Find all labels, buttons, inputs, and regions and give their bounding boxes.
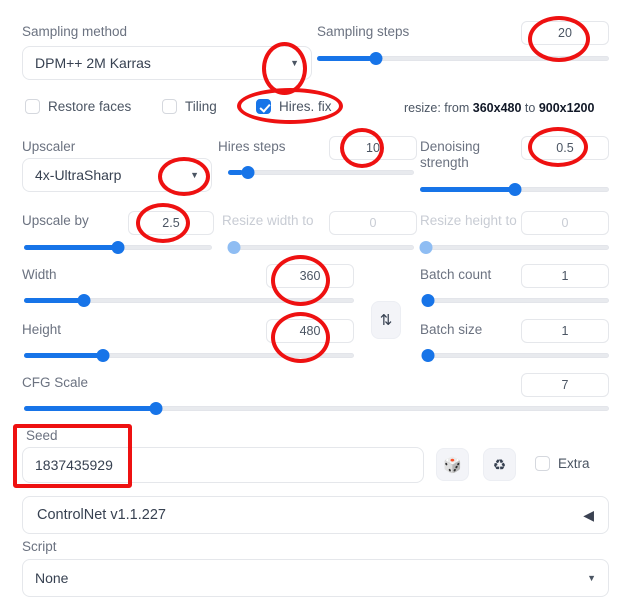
slider-fill	[24, 406, 153, 411]
resize-height-label: Resize height to	[420, 213, 517, 228]
slider-thumb[interactable]	[149, 402, 163, 415]
slider-thumb[interactable]	[508, 183, 521, 196]
denoising-strength-input[interactable]: 0.5	[521, 136, 609, 160]
slider-thumb[interactable]	[241, 166, 255, 179]
slider-track	[422, 353, 609, 358]
sampling-method-value: DPM++ 2M Karras	[35, 55, 151, 71]
height-slider[interactable]	[24, 348, 354, 362]
sampling-method-label: Sampling method	[22, 24, 128, 39]
controlnet-title: ControlNet v1.1.227	[37, 507, 166, 523]
resize-height-input[interactable]: 0	[521, 211, 609, 235]
chevron-down-icon[interactable]: ▼	[587, 573, 596, 583]
resize-height-slider[interactable]	[419, 240, 609, 254]
slider-thumb[interactable]	[369, 52, 383, 65]
tiling-checkbox[interactable]: Tiling	[162, 99, 217, 114]
slider-thumb[interactable]	[77, 294, 91, 307]
height-input[interactable]: 480	[266, 319, 354, 343]
sampling-method-select[interactable]: DPM++ 2M Karras ▼	[22, 46, 312, 80]
seed-value: 1837435929	[35, 457, 113, 473]
upscaler-value: 4x-UltraSharp	[35, 167, 122, 183]
slider-thumb[interactable]	[96, 349, 110, 362]
slider-track	[422, 298, 609, 303]
chevron-down-icon[interactable]: ▼	[190, 170, 199, 180]
batch-size-slider[interactable]	[421, 348, 609, 362]
script-value: None	[35, 570, 69, 586]
upscaler-label: Upscaler	[22, 139, 76, 154]
hires-steps-label: Hires steps	[218, 139, 286, 154]
seed-label: Seed	[26, 428, 58, 443]
slider-track	[228, 170, 414, 175]
resize-from: 360x480	[472, 101, 522, 115]
slider-thumb[interactable]	[421, 294, 435, 307]
hires-fix-checkbox[interactable]: Hires. fix	[256, 99, 332, 114]
slider-thumb[interactable]	[419, 241, 433, 254]
tiling-label: Tiling	[185, 99, 217, 114]
denoising-strength-slider[interactable]	[420, 182, 609, 196]
upscale-by-slider[interactable]	[24, 240, 212, 254]
swap-dimensions-button[interactable]: ⇅	[371, 301, 401, 339]
recycle-icon: ♻	[492, 456, 507, 474]
height-label: Height	[22, 322, 62, 337]
checkbox-box[interactable]	[256, 99, 271, 114]
slider-thumb[interactable]	[111, 241, 125, 254]
slider-fill	[24, 245, 118, 250]
seed-input[interactable]: 1837435929	[22, 447, 424, 483]
batch-count-slider[interactable]	[421, 293, 609, 307]
script-label: Script	[22, 539, 57, 554]
checkbox-box[interactable]	[25, 99, 40, 114]
width-label: Width	[22, 267, 57, 282]
txt2img-settings-panel: Sampling method DPM++ 2M Karras ▼ Sampli…	[0, 0, 621, 616]
resize-width-slider[interactable]	[227, 240, 414, 254]
extra-label: Extra	[558, 456, 590, 471]
slider-thumb[interactable]	[227, 241, 241, 254]
cfg-scale-slider[interactable]	[24, 401, 609, 415]
batch-size-label: Batch size	[420, 322, 483, 337]
slider-fill	[24, 353, 100, 358]
slider-thumb[interactable]	[421, 349, 435, 362]
slider-track	[420, 245, 609, 250]
width-input[interactable]: 360	[266, 264, 354, 288]
upscale-by-label: Upscale by	[22, 213, 89, 228]
batch-count-label: Batch count	[420, 267, 492, 282]
cfg-scale-label: CFG Scale	[22, 375, 89, 390]
slider-fill	[420, 187, 515, 192]
width-slider[interactable]	[24, 293, 354, 307]
cfg-scale-input[interactable]: 7	[521, 373, 609, 397]
extra-seed-checkbox[interactable]: Extra	[535, 456, 590, 471]
resize-width-input[interactable]: 0	[329, 211, 417, 235]
dice-icon: 🎲	[443, 456, 462, 474]
resize-width-label: Resize width to	[222, 213, 314, 228]
reuse-seed-button[interactable]: ♻	[483, 448, 516, 481]
restore-faces-label: Restore faces	[48, 99, 132, 114]
slider-fill	[24, 298, 81, 303]
sampling-steps-slider[interactable]	[317, 51, 609, 65]
upscale-by-input[interactable]: 2.5	[128, 211, 214, 235]
resize-to: 900x1200	[538, 101, 595, 115]
batch-size-input[interactable]: 1	[521, 319, 609, 343]
denoising-strength-label: Denoising strength	[420, 139, 481, 170]
sampling-steps-label: Sampling steps	[317, 24, 410, 39]
hires-steps-input[interactable]: 10	[329, 136, 417, 160]
controlnet-accordion[interactable]: ControlNet v1.1.227 ◀	[22, 496, 609, 534]
upscaler-select[interactable]: 4x-UltraSharp ▼	[22, 158, 212, 192]
checkbox-box[interactable]	[162, 99, 177, 114]
hires-steps-slider[interactable]	[228, 165, 414, 179]
restore-faces-checkbox[interactable]: Restore faces	[25, 99, 131, 114]
chevron-down-icon[interactable]: ▼	[290, 58, 299, 68]
sampling-steps-input[interactable]: 20	[521, 21, 609, 45]
script-select[interactable]: None ▼	[22, 559, 609, 597]
hires-fix-label: Hires. fix	[279, 99, 332, 114]
checkbox-box[interactable]	[535, 456, 550, 471]
batch-count-input[interactable]: 1	[521, 264, 609, 288]
swap-vertical-icon: ⇅	[379, 312, 393, 329]
slider-fill	[317, 56, 373, 61]
slider-track	[228, 245, 414, 250]
resize-note: resize: from 360x480 to 900x1200	[404, 101, 595, 115]
random-seed-button[interactable]: 🎲	[436, 448, 469, 481]
collapse-left-icon[interactable]: ◀	[583, 507, 594, 524]
